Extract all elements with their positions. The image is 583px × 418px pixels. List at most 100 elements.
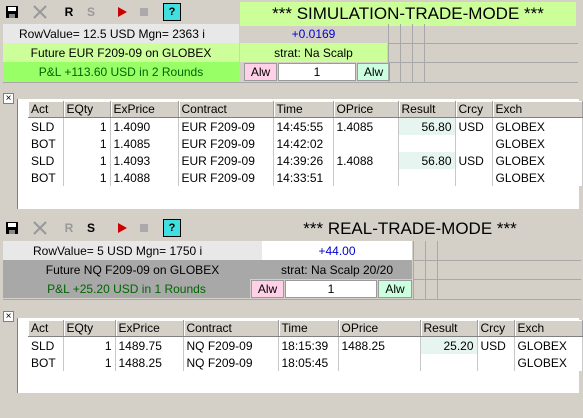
cell-act: SLD — [28, 152, 64, 169]
cell-oprice: 1.4085 — [333, 117, 399, 135]
save-icon[interactable] — [3, 3, 21, 21]
sim-mode-title: *** SIMULATION-TRADE-MODE *** — [240, 2, 576, 26]
cell-oprice: 1.4088 — [333, 152, 399, 169]
real-change-value: +44.00 — [262, 241, 412, 260]
cell-exch: GLOBEX — [492, 117, 583, 135]
sim-table-header: Act EQty ExPrice Contract Time OPrice Re… — [28, 101, 583, 118]
col-exch[interactable]: Exch — [492, 101, 583, 118]
cell-act: BOT — [28, 354, 64, 371]
col-crcy[interactable]: Crcy — [455, 101, 493, 118]
stop-icon[interactable] — [135, 219, 153, 237]
cell-result: 56.80 — [398, 117, 456, 135]
real-table-close-icon[interactable]: × — [3, 311, 14, 322]
cell-time: 18:15:39 — [278, 336, 339, 354]
cell-crcy: USD — [477, 336, 515, 354]
cell-exch: GLOBEX — [492, 169, 583, 186]
cell-crcy — [455, 135, 493, 152]
cell-act: BOT — [28, 135, 64, 152]
cell-time: 14:33:51 — [273, 169, 334, 186]
table-row[interactable]: SLD 1 1.4093 EUR F209-09 14:39:26 1.4088… — [28, 152, 583, 169]
col-contract[interactable]: Contract — [178, 101, 274, 118]
table-row[interactable]: SLD 1 1.4090 EUR F209-09 14:45:55 1.4085… — [28, 117, 583, 135]
sim-alw-left-button[interactable]: Alw — [244, 63, 277, 81]
table-row[interactable]: BOT 1 1488.25 NQ F209-09 18:05:45 GLOBEX — [28, 354, 583, 371]
s-button[interactable]: S — [82, 3, 100, 21]
real-row-value: RowValue= 5 USD Mgn= 1750 i — [3, 241, 262, 260]
cell-time: 14:45:55 — [273, 117, 334, 135]
col-time[interactable]: Time — [273, 101, 334, 118]
help-icon[interactable]: ? — [163, 219, 181, 237]
cell-eqty: 1 — [63, 117, 111, 135]
cell-result: 56.80 — [398, 152, 456, 169]
cell-time: 14:39:26 — [273, 152, 334, 169]
real-alw-right-button[interactable]: Alw — [378, 280, 412, 298]
col-act[interactable]: Act — [28, 320, 64, 337]
cell-contract: NQ F209-09 — [183, 354, 279, 371]
cell-result — [398, 169, 456, 186]
sim-change-value: +0.0169 — [291, 26, 336, 41]
cell-eqty: 1 — [63, 152, 111, 169]
real-pnl: P&L +25.20 USD in 1 Rounds — [3, 279, 250, 298]
cell-act: SLD — [28, 117, 64, 135]
cell-contract: EUR F209-09 — [178, 152, 274, 169]
close-icon[interactable] — [31, 3, 49, 21]
col-contract[interactable]: Contract — [183, 320, 279, 337]
table-row[interactable]: BOT 1 1.4085 EUR F209-09 14:42:02 GLOBEX — [28, 135, 583, 152]
stop-icon[interactable] — [135, 3, 153, 21]
cell-exch: GLOBEX — [514, 336, 583, 354]
cell-crcy — [477, 354, 515, 371]
cell-exprice: 1.4093 — [110, 152, 179, 169]
table-row[interactable]: SLD 1 1489.75 NQ F209-09 18:15:39 1488.2… — [28, 336, 583, 354]
real-table-header: Act EQty ExPrice Contract Time OPrice Re… — [28, 320, 583, 337]
cell-eqty: 1 — [63, 169, 111, 186]
r-button[interactable]: R — [60, 219, 78, 237]
cell-oprice: 1488.25 — [338, 336, 421, 354]
sim-qty-input[interactable]: 1 — [278, 63, 356, 81]
r-button[interactable]: R — [60, 3, 78, 21]
cell-contract: EUR F209-09 — [178, 117, 274, 135]
real-alw-left-button[interactable]: Alw — [251, 280, 284, 298]
cell-crcy: USD — [455, 117, 493, 135]
real-trades-table: Act EQty ExPrice Contract Time OPrice Re… — [28, 320, 583, 371]
cell-contract: EUR F209-09 — [178, 135, 274, 152]
col-exch[interactable]: Exch — [514, 320, 583, 337]
play-icon[interactable] — [113, 3, 131, 21]
cell-eqty: 1 — [63, 354, 116, 371]
cell-contract: NQ F209-09 — [183, 336, 279, 354]
table-row[interactable]: BOT 1 1.4088 EUR F209-09 14:33:51 GLOBEX — [28, 169, 583, 186]
s-button[interactable]: S — [82, 219, 100, 237]
real-mode-title: *** REAL-TRADE-MODE *** — [303, 219, 517, 238]
col-oprice[interactable]: OPrice — [333, 101, 399, 118]
cell-result: 25.20 — [420, 336, 478, 354]
col-eqty[interactable]: EQty — [63, 320, 116, 337]
sim-contract-line: Future EUR F209-09 on GLOBEX — [3, 43, 239, 62]
sim-row-value: RowValue= 12.5 USD Mgn= 2363 i — [3, 24, 239, 43]
cell-act: SLD — [28, 336, 64, 354]
col-crcy[interactable]: Crcy — [477, 320, 515, 337]
cell-exprice: 1.4088 — [110, 169, 179, 186]
save-icon[interactable] — [3, 219, 21, 237]
col-time[interactable]: Time — [278, 320, 339, 337]
sim-trades-table: Act EQty ExPrice Contract Time OPrice Re… — [28, 101, 583, 186]
sim-alw-right-button[interactable]: Alw — [357, 63, 390, 81]
cell-oprice — [333, 169, 399, 186]
col-eqty[interactable]: EQty — [63, 101, 111, 118]
col-oprice[interactable]: OPrice — [338, 320, 421, 337]
real-strat: strat: Na Scalp 20/20 — [262, 260, 412, 279]
cell-result — [420, 354, 478, 371]
col-exprice[interactable]: ExPrice — [115, 320, 184, 337]
col-result[interactable]: Result — [398, 101, 456, 118]
help-icon[interactable]: ? — [163, 3, 181, 21]
cell-time: 14:42:02 — [273, 135, 334, 152]
cell-time: 18:05:45 — [278, 354, 339, 371]
close-icon[interactable] — [31, 219, 49, 237]
sim-table-close-icon[interactable]: × — [3, 93, 14, 104]
col-result[interactable]: Result — [420, 320, 478, 337]
real-qty-input[interactable]: 1 — [285, 280, 377, 298]
col-exprice[interactable]: ExPrice — [110, 101, 179, 118]
cell-act: BOT — [28, 169, 64, 186]
play-icon[interactable] — [113, 219, 131, 237]
real-contract-line: Future NQ F209-09 on GLOBEX — [3, 260, 262, 279]
col-act[interactable]: Act — [28, 101, 64, 118]
cell-exch: GLOBEX — [492, 135, 583, 152]
